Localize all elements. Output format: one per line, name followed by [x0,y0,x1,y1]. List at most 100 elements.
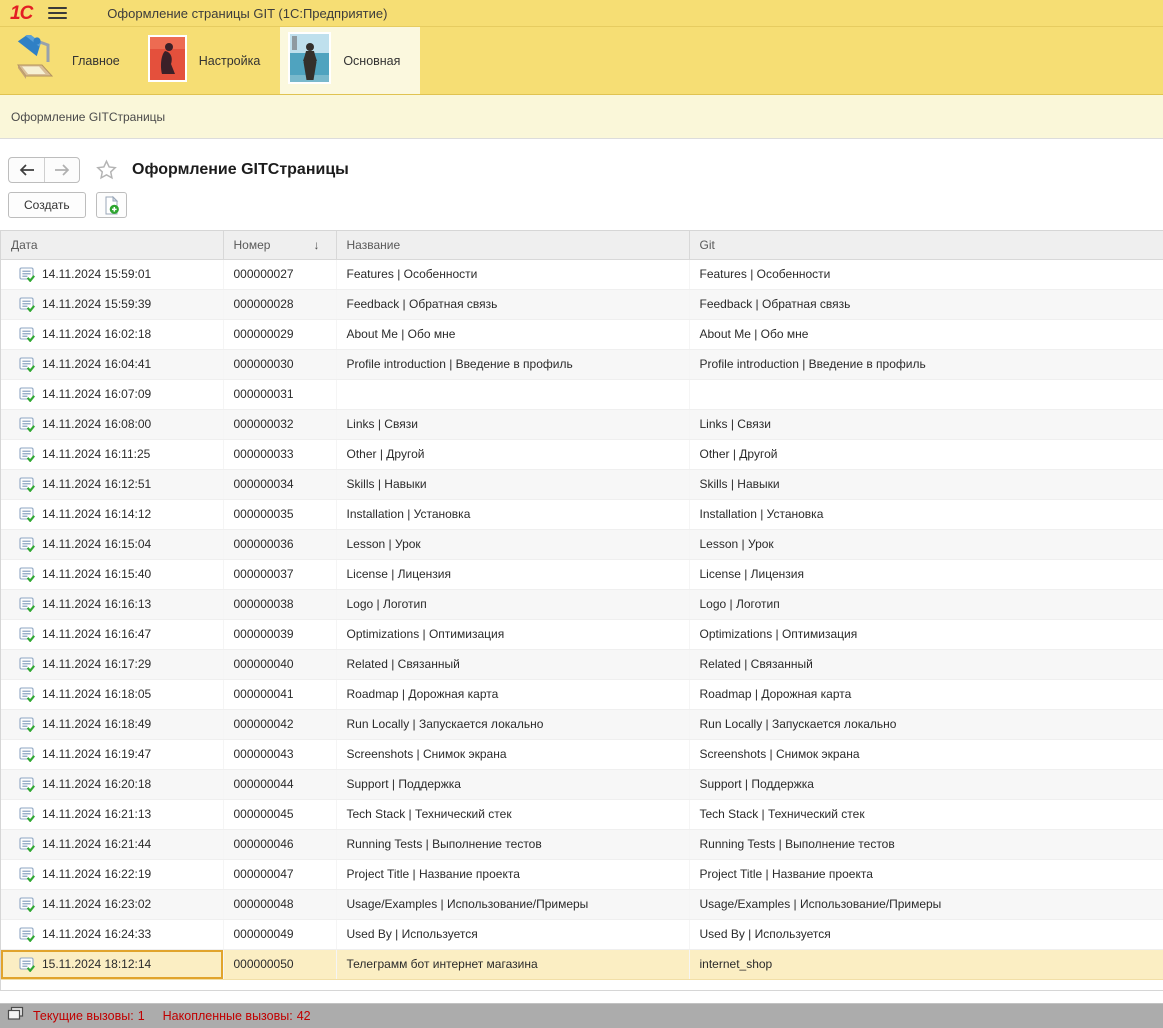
cell-number[interactable]: 000000032 [223,409,336,439]
cell-git[interactable]: Tech Stack | Технический стек [689,799,1163,829]
new-document-plus-icon[interactable] [96,192,127,218]
cell-name[interactable]: Tech Stack | Технический стек [336,799,689,829]
table-row[interactable]: 14.11.2024 16:15:40 000000037 License | … [1,559,1163,589]
cell-git[interactable]: Links | Связи [689,409,1163,439]
cell-name[interactable]: Links | Связи [336,409,689,439]
cell-git[interactable]: Feedback | Обратная связь [689,289,1163,319]
cell-name[interactable]: Other | Другой [336,439,689,469]
cell-name[interactable]: Support | Поддержка [336,769,689,799]
cell-git[interactable]: Screenshots | Снимок экрана [689,739,1163,769]
breadcrumb[interactable]: Оформление GITСтраницы [11,110,165,124]
cell-name[interactable] [336,379,689,409]
forward-button[interactable] [44,158,79,182]
cell-git[interactable]: Installation | Установка [689,499,1163,529]
table-row[interactable]: 15.11.2024 18:12:14 000000050 Телеграмм … [1,949,1163,979]
table-row[interactable]: 14.11.2024 16:14:12 000000035 Installati… [1,499,1163,529]
cell-number[interactable]: 000000046 [223,829,336,859]
table-row[interactable]: 14.11.2024 16:18:49 000000042 Run Locall… [1,709,1163,739]
cell-number[interactable]: 000000035 [223,499,336,529]
cell-git[interactable] [689,379,1163,409]
cell-git[interactable]: internet_shop [689,949,1163,979]
cell-git[interactable]: Logo | Логотип [689,589,1163,619]
overlapping-windows-icon[interactable] [7,1006,24,1026]
table-row[interactable]: 14.11.2024 16:21:13 000000045 Tech Stack… [1,799,1163,829]
table-row[interactable]: 14.11.2024 16:18:05 000000041 Roadmap | … [1,679,1163,709]
table-row[interactable]: 14.11.2024 16:16:13 000000038 Logo | Лог… [1,589,1163,619]
cell-number[interactable]: 000000047 [223,859,336,889]
cell-name[interactable]: Related | Связанный [336,649,689,679]
cell-git[interactable]: Optimizations | Оптимизация [689,619,1163,649]
column-header-git[interactable]: Git [689,231,1163,259]
cell-name[interactable]: Installation | Установка [336,499,689,529]
table-row[interactable]: 14.11.2024 16:04:41 000000030 Profile in… [1,349,1163,379]
table-row[interactable]: 14.11.2024 16:11:25 000000033 Other | Др… [1,439,1163,469]
cell-number[interactable]: 000000033 [223,439,336,469]
cell-name[interactable]: Skills | Навыки [336,469,689,499]
cell-git[interactable]: Skills | Навыки [689,469,1163,499]
cell-name[interactable]: Телеграмм бот интернет магазина [336,949,689,979]
table-row[interactable]: 14.11.2024 16:23:02 000000048 Usage/Exam… [1,889,1163,919]
cell-number[interactable]: 000000036 [223,529,336,559]
star-icon[interactable] [95,159,118,181]
cell-git[interactable]: Project Title | Название проекта [689,859,1163,889]
cell-number[interactable]: 000000039 [223,619,336,649]
cell-number[interactable]: 000000048 [223,889,336,919]
table-row[interactable]: 14.11.2024 15:59:01 000000027 Features |… [1,259,1163,289]
cell-git[interactable]: Related | Связанный [689,649,1163,679]
table-row[interactable]: 14.11.2024 16:20:18 000000044 Support | … [1,769,1163,799]
cell-name[interactable]: License | Лицензия [336,559,689,589]
cell-git[interactable]: Profile introduction | Введение в профил… [689,349,1163,379]
cell-name[interactable]: Optimizations | Оптимизация [336,619,689,649]
cell-number[interactable]: 000000031 [223,379,336,409]
table-row[interactable]: 14.11.2024 16:02:18 000000029 About Me |… [1,319,1163,349]
cell-number[interactable]: 000000044 [223,769,336,799]
cell-git[interactable]: Running Tests | Выполнение тестов [689,829,1163,859]
back-button[interactable] [9,158,44,182]
cell-number[interactable]: 000000037 [223,559,336,589]
table-row[interactable]: 14.11.2024 16:12:51 000000034 Skills | Н… [1,469,1163,499]
cell-git[interactable]: Run Locally | Запускается локально [689,709,1163,739]
cell-git[interactable]: Lesson | Урок [689,529,1163,559]
cell-name[interactable]: Feedback | Обратная связь [336,289,689,319]
tab-glavnoe[interactable]: Главное [4,27,140,94]
cell-git[interactable]: Usage/Examples | Использование/Примеры [689,889,1163,919]
cell-number[interactable]: 000000029 [223,319,336,349]
cell-number[interactable]: 000000028 [223,289,336,319]
cell-number[interactable]: 000000041 [223,679,336,709]
main-menu-icon[interactable] [48,7,67,19]
cell-number[interactable]: 000000050 [223,949,336,979]
column-header-name[interactable]: Название [336,231,689,259]
cell-git[interactable]: Roadmap | Дорожная карта [689,679,1163,709]
table-row[interactable]: 14.11.2024 16:15:04 000000036 Lesson | У… [1,529,1163,559]
cell-git[interactable]: About Me | Обо мне [689,319,1163,349]
table-row[interactable]: 14.11.2024 16:24:33 000000049 Used By | … [1,919,1163,949]
create-button[interactable]: Создать [8,192,86,218]
table-row[interactable]: 14.11.2024 15:59:39 000000028 Feedback |… [1,289,1163,319]
cell-name[interactable]: Roadmap | Дорожная карта [336,679,689,709]
table-row[interactable]: 14.11.2024 16:22:19 000000047 Project Ti… [1,859,1163,889]
cell-name[interactable]: Lesson | Урок [336,529,689,559]
cell-name[interactable]: Run Locally | Запускается локально [336,709,689,739]
cell-name[interactable]: Screenshots | Снимок экрана [336,739,689,769]
table-row[interactable]: 14.11.2024 16:21:44 000000046 Running Te… [1,829,1163,859]
cell-name[interactable]: Running Tests | Выполнение тестов [336,829,689,859]
table-row[interactable]: 14.11.2024 16:17:29 000000040 Related | … [1,649,1163,679]
cell-git[interactable]: Other | Другой [689,439,1163,469]
cell-git[interactable]: License | Лицензия [689,559,1163,589]
cell-number[interactable]: 000000045 [223,799,336,829]
cell-git[interactable]: Features | Особенности [689,259,1163,289]
table-row[interactable]: 14.11.2024 16:07:09 000000031 [1,379,1163,409]
cell-git[interactable]: Support | Поддержка [689,769,1163,799]
cell-name[interactable]: Logo | Логотип [336,589,689,619]
cell-number[interactable]: 000000038 [223,589,336,619]
cell-name[interactable]: Project Title | Название проекта [336,859,689,889]
cell-name[interactable]: Used By | Используется [336,919,689,949]
cell-name[interactable]: Features | Особенности [336,259,689,289]
cell-name[interactable]: Usage/Examples | Использование/Примеры [336,889,689,919]
tab-nastroyka[interactable]: Настройка [140,27,281,94]
column-header-date[interactable]: Дата [1,231,223,259]
cell-git[interactable]: Used By | Используется [689,919,1163,949]
tab-osnovnaya[interactable]: Основная [280,27,420,94]
column-header-number[interactable]: Номер ↓ [223,231,336,259]
cell-number[interactable]: 000000043 [223,739,336,769]
